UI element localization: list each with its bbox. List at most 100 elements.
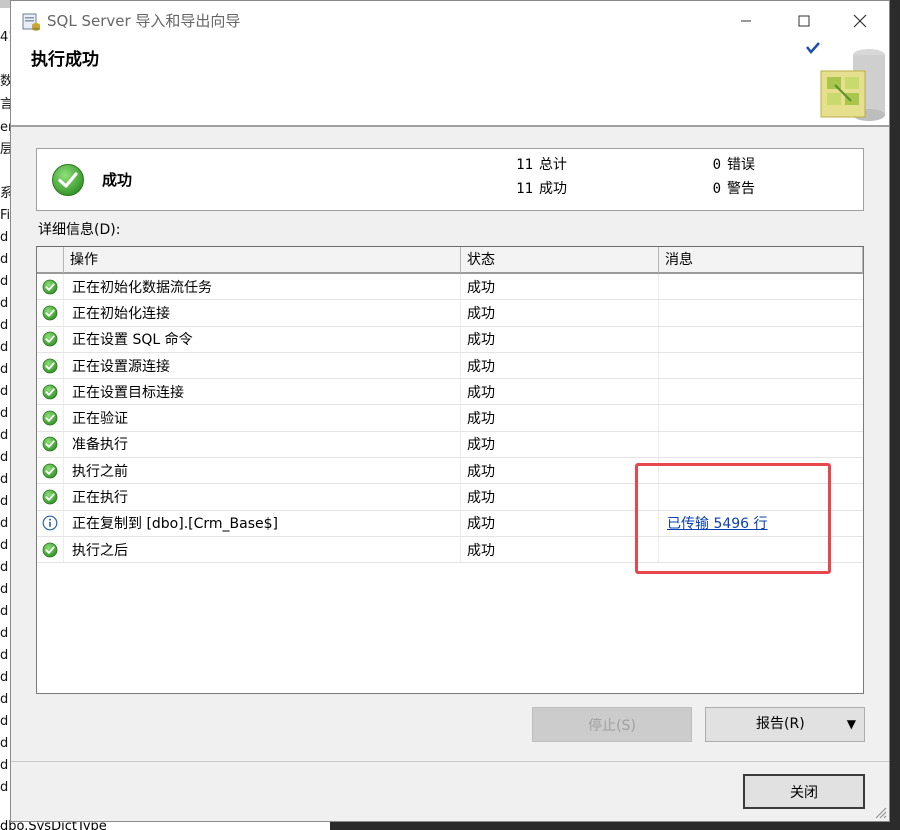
background-window-text: d — [0, 736, 9, 751]
background-window-text: d — [0, 494, 9, 509]
close-icon — [853, 14, 867, 28]
background-window-text: d — [0, 758, 9, 773]
background-window-text: d — [0, 516, 9, 531]
window-title: SQL Server 导入和导出向导 — [47, 12, 241, 30]
row-message — [659, 300, 863, 325]
background-window-text: d — [0, 582, 9, 597]
row-status: 成功 — [461, 300, 659, 326]
background-window-text: d — [0, 670, 9, 685]
page-title: 执行成功 — [31, 50, 99, 70]
row-message — [659, 432, 863, 457]
row-message — [659, 274, 863, 299]
row-status: 成功 — [461, 458, 659, 484]
row-operation: 执行之后 — [64, 536, 461, 563]
row-message — [659, 353, 863, 378]
maximize-icon — [798, 15, 810, 27]
row-status: 成功 — [461, 536, 659, 563]
background-window-text: d — [0, 230, 9, 245]
success-count: 11 — [516, 181, 533, 197]
column-header-operation[interactable]: 操作 — [64, 247, 461, 273]
stop-button[interactable]: 停止(S) — [532, 707, 692, 742]
table-row[interactable]: 正在初始化连接 成功 — [37, 300, 863, 327]
summary-status: 成功 — [102, 171, 133, 189]
success-icon — [37, 352, 64, 379]
table-row[interactable]: 正在设置 SQL 命令 成功 — [37, 326, 863, 353]
total-count: 11 — [516, 157, 533, 173]
success-icon — [37, 300, 64, 326]
row-message — [659, 327, 863, 352]
row-status: 成功 — [461, 431, 659, 458]
close-window-button[interactable] — [837, 1, 883, 41]
table-row[interactable]: 正在执行 成功 — [37, 484, 863, 511]
success-icon — [37, 458, 64, 484]
success-icon — [37, 405, 64, 431]
table-body: 正在初始化数据流任务 成功 正在初始化连接 成功 正在设置 SQL 命令 成功 正在设置源连… — [37, 274, 863, 564]
sql-server-app-icon — [22, 13, 40, 31]
column-header-status[interactable]: 状态 — [461, 247, 659, 273]
row-message: 已传输 5496 行 — [659, 511, 863, 536]
background-window-text: Fi — [0, 208, 11, 223]
table-row[interactable]: 正在复制到 [dbo].[Crm_Base$] 成功 已传输 5496 行 — [37, 510, 863, 537]
background-window-text: d — [0, 692, 9, 707]
background-window-text: d — [0, 472, 9, 487]
details-table[interactable]: 操作 状态 消息 正在初始化数据流任务 成功 正在初始化连接 成功 正在设置 SQL 命… — [36, 246, 864, 694]
row-operation: 正在初始化数据流任务 — [64, 274, 461, 300]
row-message — [659, 405, 863, 430]
background-window-text: d — [0, 428, 9, 443]
background-window-text: d — [0, 296, 9, 311]
minimize-icon — [741, 20, 751, 22]
row-operation: 正在设置源连接 — [64, 352, 461, 379]
background-window-text: d — [0, 450, 9, 465]
success-icon — [37, 379, 64, 405]
table-row[interactable]: 正在初始化数据流任务 成功 — [37, 274, 863, 301]
row-message — [659, 537, 863, 562]
dropdown-arrow-icon: ▼ — [846, 717, 856, 731]
execution-summary: 成功 11 总计 11 成功 0 错误 0 警告 — [36, 148, 864, 211]
background-window-text: d — [0, 384, 9, 399]
info-icon — [37, 510, 64, 536]
background-window-text: d — [0, 318, 9, 333]
column-header-icon[interactable] — [37, 247, 64, 273]
success-icon — [37, 326, 64, 352]
row-status: 成功 — [461, 510, 659, 536]
row-message — [659, 458, 863, 483]
success-icon — [37, 484, 64, 510]
table-row[interactable]: 准备执行 成功 — [37, 431, 863, 459]
background-window-text: d — [0, 648, 9, 663]
row-operation: 正在复制到 [dbo].[Crm_Base$] — [64, 510, 461, 536]
report-button-label: 报告(R) — [756, 716, 805, 732]
rows-transferred-link[interactable]: 已传输 5496 行 — [667, 513, 768, 533]
row-status: 成功 — [461, 326, 659, 352]
row-status: 成功 — [461, 405, 659, 431]
minimize-button[interactable] — [723, 1, 769, 41]
close-button[interactable]: 关闭 — [743, 774, 865, 809]
row-operation: 正在验证 — [64, 405, 461, 431]
column-header-message[interactable]: 消息 — [659, 247, 863, 273]
background-window-text: d — [0, 604, 9, 619]
background-window-text: d — [0, 626, 9, 641]
row-status: 成功 — [461, 352, 659, 379]
total-label: 总计 — [539, 157, 567, 173]
background-window-text: d — [0, 714, 9, 729]
table-row[interactable]: 正在设置源连接 成功 — [37, 352, 863, 380]
row-message — [659, 484, 863, 509]
footer-separator — [11, 761, 889, 762]
error-label: 错误 — [727, 157, 755, 173]
background-window-text: d — [0, 560, 9, 575]
table-header: 操作 状态 消息 — [37, 247, 863, 274]
table-row[interactable]: 正在验证 成功 — [37, 405, 863, 432]
wizard-header: 执行成功 — [11, 41, 889, 127]
resize-grip-icon[interactable] — [873, 805, 887, 819]
warning-label: 警告 — [727, 181, 755, 197]
success-icon — [37, 431, 64, 458]
report-button[interactable]: 报告(R) ▼ — [705, 707, 865, 742]
wizard-banner-icon — [806, 42, 885, 121]
table-row[interactable]: 正在设置目标连接 成功 — [37, 379, 863, 406]
table-row[interactable]: 执行之前 成功 — [37, 458, 863, 485]
maximize-button[interactable] — [781, 1, 827, 41]
table-row[interactable]: 执行之后 成功 — [37, 536, 863, 564]
title-bar[interactable]: SQL Server 导入和导出向导 — [11, 1, 889, 41]
row-operation: 执行之前 — [64, 458, 461, 484]
background-window-text: d — [0, 274, 9, 289]
row-message — [659, 379, 863, 404]
